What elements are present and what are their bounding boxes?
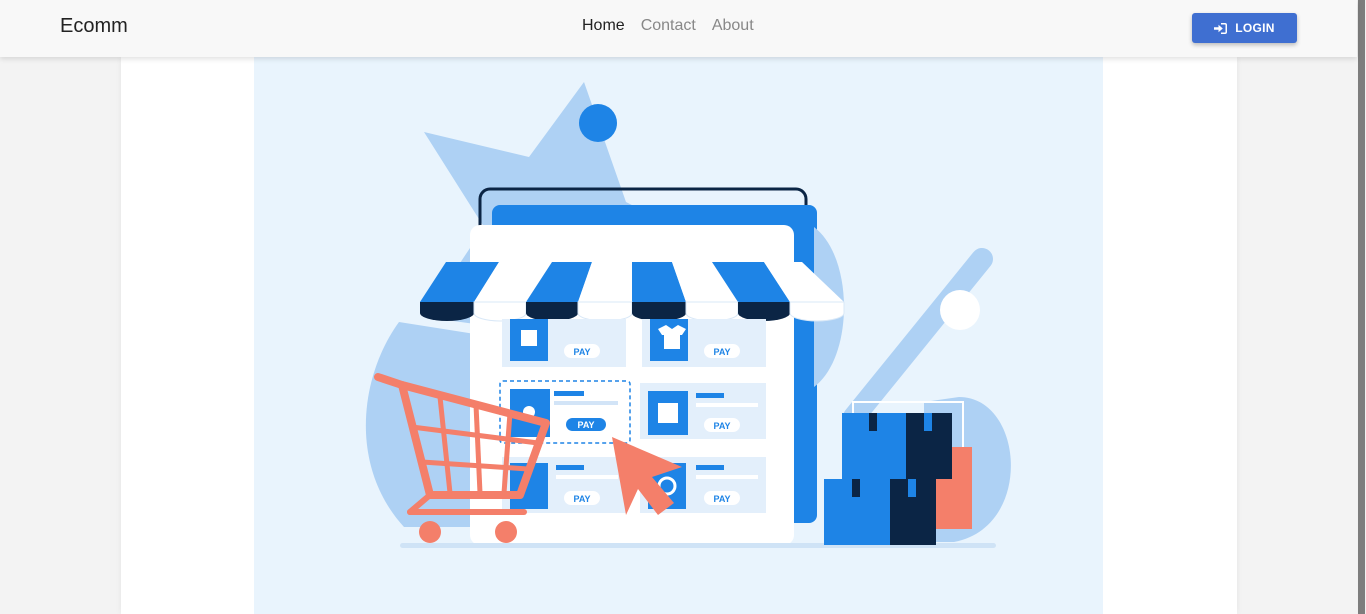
pay-label-6: PAY (713, 494, 730, 504)
blue-dot (579, 104, 617, 142)
product-tile-1 (502, 319, 626, 367)
login-button[interactable]: LOGIN (1192, 13, 1297, 43)
page: Ecomm Home Contact About LOGIN PAY PAY P… (0, 0, 1366, 614)
online-shop-illustration: PAY PAY PAY PAY PAY PAY (365, 82, 1011, 548)
product-tile-2 (642, 319, 766, 367)
awning (420, 262, 845, 322)
brand-logo[interactable]: Ecomm (60, 15, 128, 38)
nav-link-home[interactable]: Home (582, 17, 625, 35)
login-label: LOGIN (1235, 21, 1275, 35)
scrollbar-thumb[interactable] (1358, 0, 1365, 614)
nav-link-about[interactable]: About (712, 17, 754, 35)
pay-label-3: PAY (577, 420, 594, 430)
top-navbar: Ecomm Home Contact About LOGIN (0, 0, 1357, 57)
pay-label-5: PAY (573, 494, 590, 504)
percent-dot (940, 290, 980, 330)
pay-label-4: PAY (713, 421, 730, 431)
hero-illustration: PAY PAY PAY PAY PAY PAY (254, 57, 1103, 614)
login-icon (1214, 22, 1228, 34)
percent-slash (843, 248, 993, 428)
pay-label-2: PAY (713, 347, 730, 357)
nav-links: Home Contact About (582, 17, 770, 35)
product-tile-4 (640, 383, 766, 439)
boxes-stack (824, 401, 972, 545)
nav-link-contact[interactable]: Contact (641, 17, 696, 35)
pay-label-1: PAY (573, 347, 590, 357)
vertical-scrollbar[interactable] (1357, 0, 1366, 614)
content-card: PAY PAY PAY PAY PAY PAY (121, 57, 1237, 614)
